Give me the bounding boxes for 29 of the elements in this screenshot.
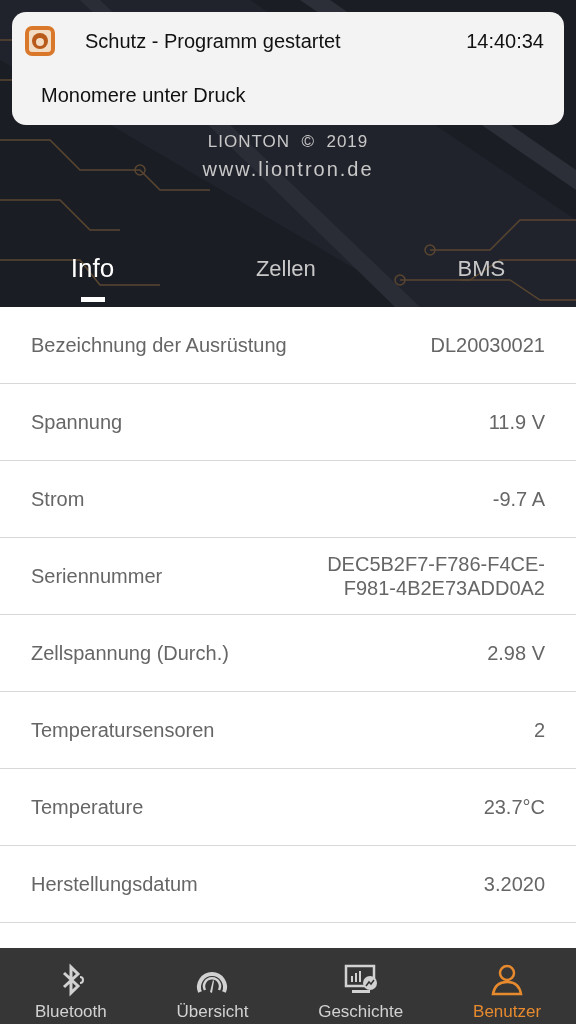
info-label: Temperatursensoren xyxy=(31,718,215,742)
info-value: 3.2020 xyxy=(483,872,545,896)
tab-bar-item[interactable]: Übersicht xyxy=(168,948,257,1024)
tab-bar-item[interactable]: Benutzer xyxy=(465,948,550,1024)
info-label: Bezeichnung der Ausrüstung xyxy=(31,333,287,357)
info-value: DEC5B2F7-F786-F4CE-F981-4B2E73ADD0A2 xyxy=(326,552,545,600)
info-value: 11.9 V xyxy=(488,410,545,434)
info-label: Herstellungsdatum xyxy=(31,872,198,896)
notification-message: Monomere unter Druck xyxy=(41,84,246,107)
tab[interactable]: BMS xyxy=(427,241,536,307)
copyright-text: LIONTON © 2019 xyxy=(207,132,369,152)
tab-bar-item[interactable]: Geschichte xyxy=(310,948,412,1024)
notification-time: 14:40:34 xyxy=(466,29,544,53)
tab[interactable]: Zellen xyxy=(225,241,346,307)
info-value: 2.98 V xyxy=(487,641,545,665)
notification-banner[interactable]: Schutz - Programm gestartet 14:40:34 Monomere unter Druck xyxy=(12,12,564,125)
info-label: Spannung xyxy=(31,410,123,434)
notification-title: Schutz - Programm gestartet xyxy=(85,29,342,53)
info-label: Seriennummer xyxy=(31,564,163,588)
info-value: 2 xyxy=(533,718,545,742)
info-value: -9.7 A xyxy=(492,487,545,511)
info-label: Strom xyxy=(31,487,85,511)
tab-bar-item[interactable]: Bluetooth xyxy=(26,948,115,1024)
website-text: www.liontron.de xyxy=(202,158,374,181)
lion-app-icon xyxy=(25,26,55,56)
info-value: 23.7°C xyxy=(483,795,545,819)
info-label: Zellspannung (Durch.) xyxy=(31,641,229,665)
info-value: DL20030021 xyxy=(430,333,545,357)
info-label: Temperature xyxy=(31,795,144,819)
